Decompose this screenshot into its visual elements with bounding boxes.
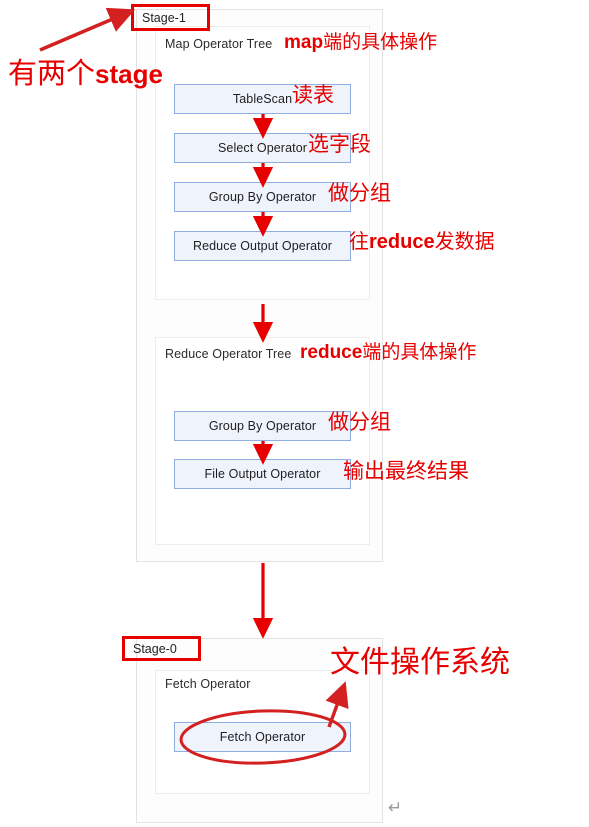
annotation-send-suffix: 发数据 [434,231,495,253]
operator-node-label: Select Operator [217,141,308,155]
annotation-read-table-text: 读表 [292,83,334,107]
annotation-file-operation-system: 文件操作系统 [330,648,510,678]
stage-1-label: Stage-1 [142,11,186,25]
annotation-two-stages-cn: 有两个 [8,58,96,90]
annotation-do-group-reduce: 做分组 [328,412,391,433]
annotation-send-prefix: 往 [349,231,369,253]
operator-node-label: Group By Operator [208,190,317,204]
annotation-map-side-ops: map端的具体操作 [284,33,437,52]
operator-node-group-by-operator[interactable]: Group By Operator [174,182,351,212]
annotation-two-stages-en: stage [95,59,163,89]
annotation-map-prefix: map [284,32,324,53]
annotation-two-stages: 有两个stage [8,60,163,89]
annotation-file-operation-system-text: 文件操作系统 [330,646,510,679]
operator-node-label: TableScan [232,92,293,106]
operator-node-reduce-group-by-operator[interactable]: Group By Operator [174,411,351,441]
operator-node-label: Group By Operator [208,419,317,433]
annotation-do-group-reduce-text: 做分组 [328,410,391,434]
operator-node-label: Fetch Operator [219,730,306,744]
annotation-do-group-map-text: 做分组 [328,181,391,205]
paragraph-return-icon: ↵ [388,798,403,818]
annotation-map-suffix: 端的具体操作 [323,32,438,53]
diagram-canvas: Map Operator Tree TableScan Select Opera… [0,0,589,827]
operator-node-label: Reduce Output Operator [192,239,333,253]
two-stages-pointer-arrow [39,7,136,52]
stage-0-label: Stage-0 [133,642,177,656]
annotation-read-table: 读表 [292,85,334,106]
annotation-reduce-side-ops: reduce端的具体操作 [300,343,476,362]
annotation-reduce-suffix: 端的具体操作 [362,342,477,363]
annotation-output-final-result: 输出最终结果 [343,461,469,482]
reduce-operator-tree-title: Reduce Operator Tree [165,347,292,361]
map-operator-tree-title: Map Operator Tree [165,37,273,51]
annotation-do-group-map: 做分组 [328,183,391,204]
operator-node-file-output-operator[interactable]: File Output Operator [174,459,351,489]
operator-node-fetch-operator[interactable]: Fetch Operator [174,722,351,752]
annotation-select-fields: 选字段 [308,134,371,155]
operator-node-reduce-output-operator[interactable]: Reduce Output Operator [174,231,351,261]
fetch-operator-tree-title: Fetch Operator [165,677,251,691]
annotation-output-final-result-text: 输出最终结果 [343,459,469,483]
annotation-send-mid: reduce [369,231,435,253]
reduce-operator-tree-panel [155,337,370,545]
annotation-send-to-reduce: 往reduce发数据 [349,232,495,252]
annotation-select-fields-text: 选字段 [308,132,371,156]
annotation-reduce-prefix: reduce [300,342,363,363]
operator-node-label: File Output Operator [204,467,321,481]
